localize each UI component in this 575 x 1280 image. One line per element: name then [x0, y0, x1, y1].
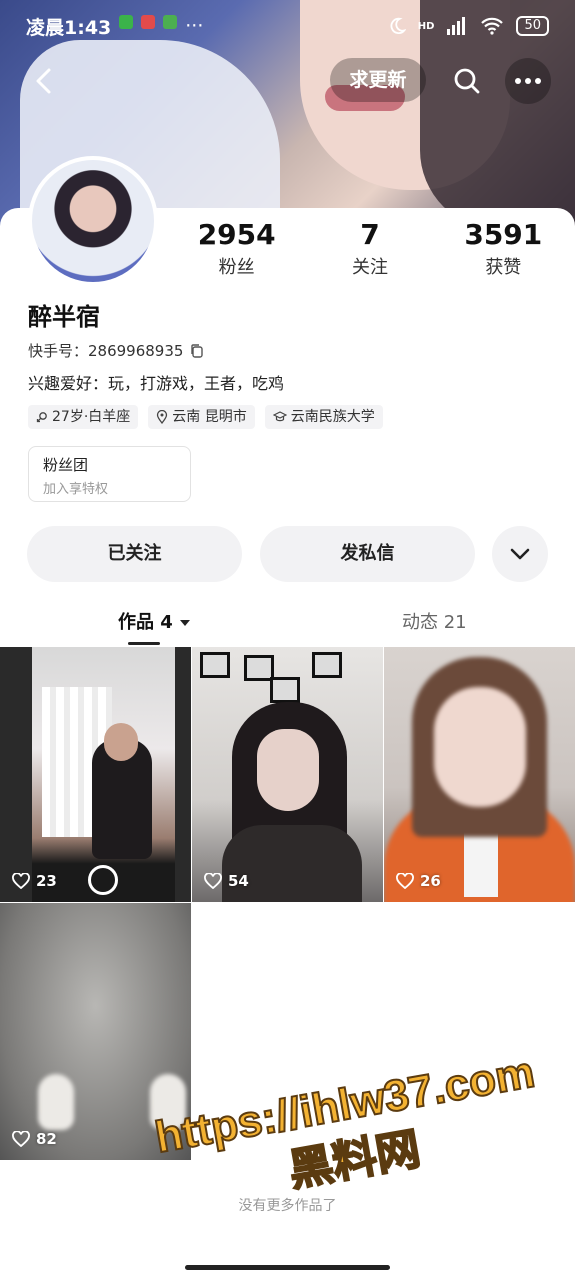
heart-icon [12, 873, 30, 889]
thumb-photo-head [104, 723, 138, 761]
stat-label: 粉丝 [218, 257, 255, 278]
stat-following[interactable]: 7 关注 [303, 218, 436, 279]
stat-likes[interactable]: 3591 获赞 [437, 218, 570, 279]
thumb-photo-shape [150, 1074, 186, 1130]
more-options-button[interactable] [505, 58, 551, 104]
status-more: ··· [185, 15, 204, 37]
tab-works-label: 作品 4 [118, 612, 173, 633]
fanclub-title: 粉丝团 [43, 456, 89, 474]
following-button[interactable]: 已关注 [27, 526, 242, 582]
copy-icon[interactable] [189, 343, 205, 359]
top-nav: 求更新 [0, 56, 575, 106]
active-tab-indicator [128, 642, 160, 645]
signal-icon [447, 17, 466, 35]
search-button[interactable] [446, 60, 488, 102]
profile-stats: 2954 粉丝 7 关注 3591 获赞 [170, 218, 570, 279]
gender-icon [36, 412, 47, 423]
post-thumbnail[interactable]: 82 [0, 903, 191, 1160]
heart-icon [204, 873, 222, 889]
app-notification-icon [141, 15, 156, 29]
wifi-icon [481, 17, 504, 35]
post-thumbnail[interactable]: 23 [0, 647, 191, 902]
stat-label: 获赞 [485, 257, 522, 278]
tag-text: 27岁·白羊座 [52, 409, 131, 425]
uid-text: 快手号：2869968935 [28, 342, 184, 360]
expand-button[interactable] [492, 526, 548, 582]
stat-value: 2954 [197, 218, 276, 251]
tab-moments[interactable]: 动态 21 [402, 608, 467, 634]
send-message-button[interactable]: 发私信 [260, 526, 475, 582]
post-likes: 23 [12, 872, 57, 890]
thumb-photo-face [257, 729, 319, 811]
back-button[interactable] [28, 64, 62, 98]
location-pin-icon [157, 410, 168, 424]
profile-tags: 27岁·白羊座 云南 昆明市 云南民族大学 [28, 405, 383, 429]
app-notification-icon [119, 15, 134, 29]
post-thumbnail[interactable]: 54 [192, 647, 383, 902]
heart-icon [396, 873, 414, 889]
stat-value: 3591 [464, 218, 543, 251]
moon-icon [390, 17, 406, 35]
app-notification-icon [163, 15, 178, 29]
like-count: 26 [420, 872, 441, 890]
profile-bio: 兴趣爱好：玩，打游戏，王者，吃鸡 [28, 374, 285, 393]
profile-name: 醉半宿 [28, 303, 100, 331]
back-arrow-icon [36, 68, 51, 94]
status-time: 凌晨1:43 [26, 16, 112, 39]
tag-age: 27岁·白羊座 [28, 405, 139, 429]
request-update-button[interactable]: 求更新 [330, 58, 426, 102]
profile-actions: 已关注 发私信 [27, 526, 549, 582]
post-likes: 82 [12, 1130, 57, 1148]
thumb-photo-shape [38, 1074, 74, 1130]
stat-fans[interactable]: 2954 粉丝 [170, 218, 303, 279]
thumb-photo-frame [312, 652, 342, 678]
status-bar: 凌晨1:43 ··· HD 50 [0, 0, 575, 52]
stat-label: 关注 [351, 257, 388, 278]
thumb-photo-face [434, 687, 526, 807]
fanclub-subtitle: 加入享特权 [43, 482, 109, 497]
post-thumbnail[interactable]: 26 [384, 647, 575, 902]
chevron-down-icon [510, 548, 530, 560]
profile-uid: 快手号：2869968935 [28, 340, 205, 361]
tag-text: 云南民族大学 [290, 409, 375, 425]
battery-indicator: 50 [516, 16, 549, 36]
no-more-works-text: 没有更多作品了 [238, 1198, 337, 1214]
like-count: 23 [36, 872, 57, 890]
like-count: 54 [228, 872, 249, 890]
thumb-photo-shutter [88, 865, 118, 895]
home-indicator[interactable] [185, 1265, 390, 1270]
search-icon [454, 68, 480, 94]
content-tabs: 作品 4 动态 21 [0, 600, 575, 645]
thumb-photo-body [222, 825, 362, 902]
more-dots-icon [515, 78, 541, 84]
tag-location: 云南 昆明市 [148, 405, 255, 429]
thumb-photo-frame [200, 652, 230, 678]
thumb-photo-frame [270, 677, 300, 703]
post-likes: 54 [204, 872, 249, 890]
status-notification-icons: ··· [119, 15, 203, 37]
tab-works[interactable]: 作品 4 [118, 608, 191, 634]
stat-value: 7 [360, 218, 380, 251]
heart-icon [12, 1131, 30, 1147]
caret-down-icon [180, 620, 191, 626]
graduation-cap-icon [272, 411, 287, 422]
tag-school: 云南民族大学 [264, 405, 383, 429]
like-count: 82 [36, 1130, 57, 1148]
fanclub-button[interactable]: 粉丝团 加入享特权 [28, 446, 191, 502]
post-likes: 26 [396, 872, 441, 890]
avatar[interactable] [28, 156, 158, 286]
tag-text: 云南 昆明市 [172, 409, 247, 425]
network-label: HD [417, 20, 435, 32]
